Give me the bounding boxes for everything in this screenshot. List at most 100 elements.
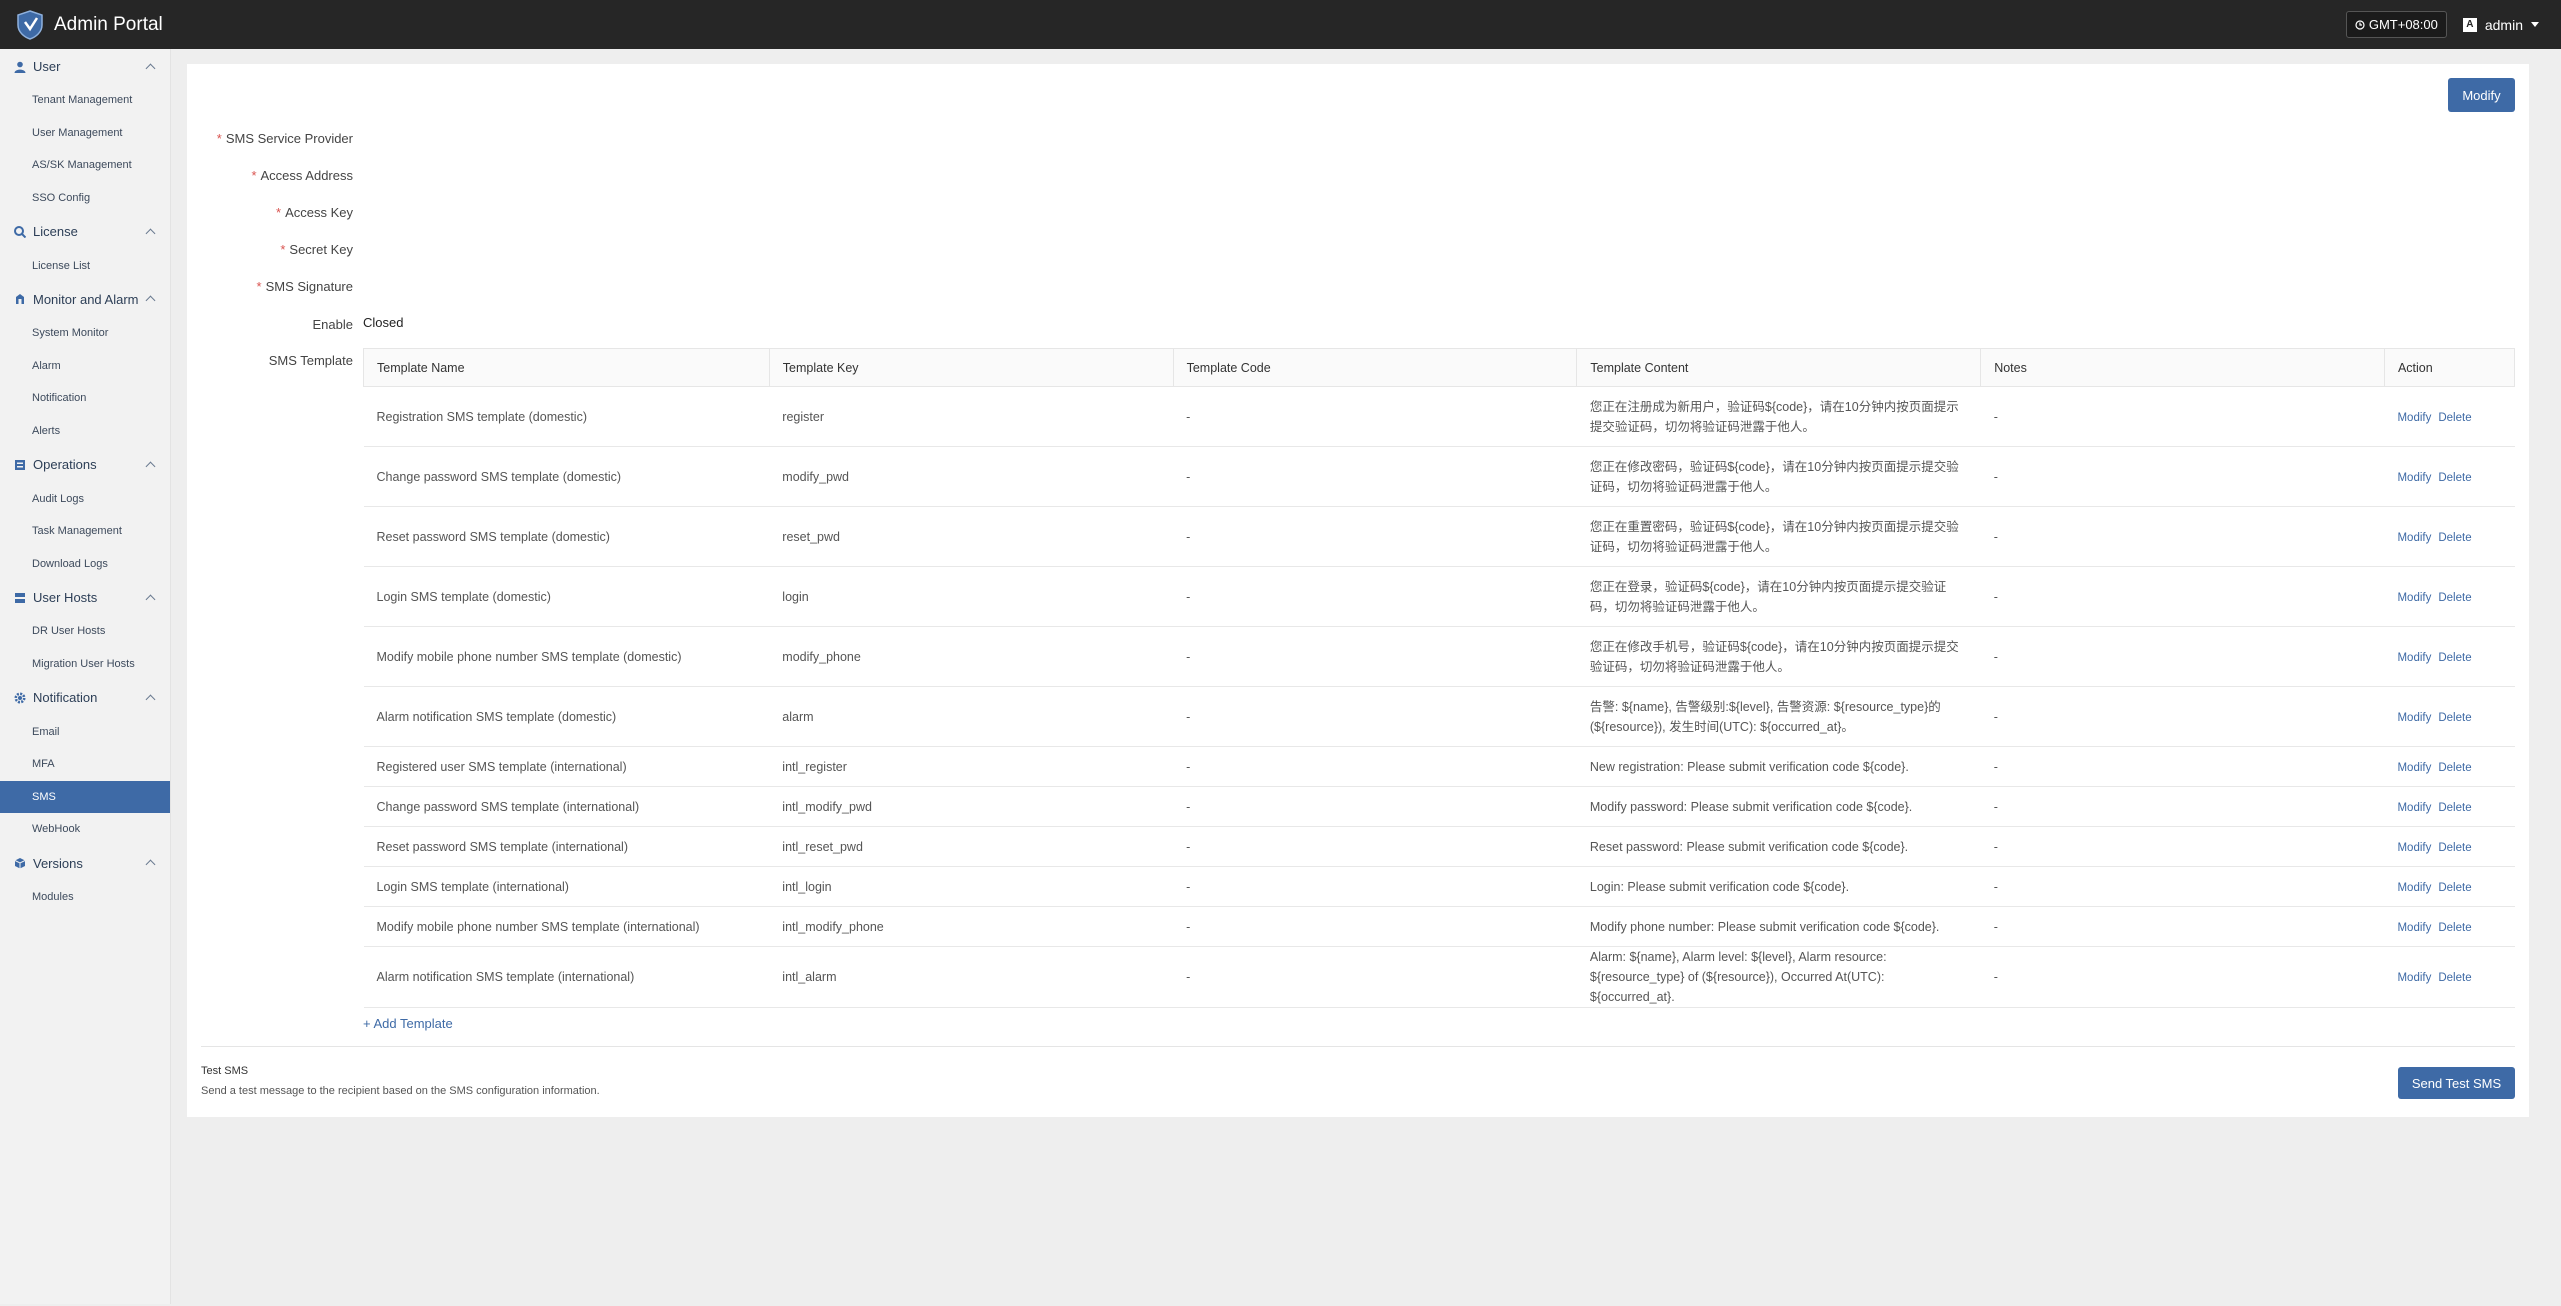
add-template-link[interactable]: + Add Template: [363, 1016, 453, 1031]
sidebar-item-webhook[interactable]: WebHook: [0, 813, 170, 846]
row-delete-link[interactable]: Delete: [2438, 882, 2471, 894]
row-modify-link[interactable]: Modify: [2397, 592, 2431, 604]
label-text: Secret Key: [289, 242, 353, 257]
sidebar-group-notification[interactable]: Notification: [0, 680, 170, 715]
timezone-selector[interactable]: GMT+08:00: [2345, 11, 2447, 38]
app-title[interactable]: Admin Portal: [54, 14, 163, 36]
sidebar-item-task-management[interactable]: Task Management: [0, 515, 170, 548]
row-delete-link[interactable]: Delete: [2438, 532, 2471, 544]
chevron-up-icon: [145, 461, 156, 472]
test-sms-title: Test SMS: [201, 1065, 249, 1077]
sidebar-group-monitor-and-alarm[interactable]: Monitor and Alarm: [0, 282, 170, 317]
form-label-secret-key: * Secret Key: [187, 242, 353, 257]
row-delete-link[interactable]: Delete: [2438, 802, 2471, 814]
send-test-sms-button[interactable]: Send Test SMS: [2398, 1067, 2515, 1099]
row-modify-link[interactable]: Modify: [2397, 712, 2431, 724]
row-modify-link[interactable]: Modify: [2397, 922, 2431, 934]
sidebar-item-license-list[interactable]: License List: [0, 249, 170, 282]
form-label-sms-signature: * SMS Signature: [187, 279, 354, 294]
table-header-row: Template Name Template Key Template Code…: [363, 348, 2516, 387]
action-cell: Modify Delete: [2384, 946, 2515, 1008]
hosts-icon: [14, 592, 26, 604]
row-delete-link[interactable]: Delete: [2438, 472, 2471, 484]
table-row: Registration SMS template (domestic) regi…: [363, 386, 2515, 447]
template-name-cell: Login SMS template (domestic): [363, 566, 770, 627]
table-row: Login SMS template (domestic) login - 您正在登录…: [363, 566, 2515, 627]
modify-button[interactable]: Modify: [2448, 78, 2515, 112]
timezone-label: GMT+08:00: [2368, 17, 2438, 32]
sidebar-item-email[interactable]: Email: [0, 715, 170, 748]
portal-logo-icon[interactable]: [14, 9, 46, 41]
sidebar-item-migration-user-hosts[interactable]: Migration User Hosts: [0, 648, 170, 681]
required-mark: *: [276, 205, 282, 220]
row-modify-link[interactable]: Modify: [2397, 652, 2431, 664]
sidebar-item-audit-logs[interactable]: Audit Logs: [0, 482, 170, 515]
sidebar-item-tenant-management[interactable]: Tenant Management: [0, 84, 170, 117]
table-row: Alarm notification SMS template (interna…: [363, 946, 2515, 1008]
template-key-cell: intl_modify_phone: [769, 906, 1174, 947]
sidebar-item-notification[interactable]: Notification: [0, 382, 170, 415]
row-modify-link[interactable]: Modify: [2397, 972, 2431, 984]
template-key-cell: intl_register: [769, 746, 1174, 787]
label-text: Access Key: [285, 205, 353, 220]
sidebar-group-license[interactable]: License: [0, 214, 170, 249]
row-modify-link[interactable]: Modify: [2397, 882, 2431, 894]
sidebar-item-user-management[interactable]: User Management: [0, 117, 170, 150]
sidebar-item-modules[interactable]: Modules: [0, 881, 170, 914]
row-modify-link[interactable]: Modify: [2397, 412, 2431, 424]
form-label-access-key: * Access Key: [187, 205, 353, 220]
row-delete-link[interactable]: Delete: [2438, 762, 2471, 774]
sidebar-group-user-hosts[interactable]: User Hosts: [0, 580, 170, 615]
sidebar-item-system-monitor[interactable]: System Monitor: [0, 317, 170, 350]
row-modify-link[interactable]: Modify: [2397, 472, 2431, 484]
row-delete-link[interactable]: Delete: [2438, 842, 2471, 854]
notes-cell: -: [1980, 746, 2385, 787]
notes-cell: -: [1980, 386, 2385, 447]
sidebar-group-label: User Hosts: [33, 590, 98, 606]
sidebar-item-dr-user-hosts[interactable]: DR User Hosts: [0, 615, 170, 648]
row-modify-link[interactable]: Modify: [2397, 532, 2431, 544]
template-code-cell: -: [1173, 746, 1577, 787]
notes-cell: -: [1980, 566, 2385, 627]
column-header: Template Code: [1172, 348, 1578, 387]
action-cell: Modify Delete: [2384, 626, 2515, 687]
sidebar-item-mfa[interactable]: MFA: [0, 748, 170, 781]
row-modify-link[interactable]: Modify: [2397, 762, 2431, 774]
label-text: SMS Service Provider: [225, 131, 353, 146]
template-code-cell: -: [1173, 386, 1577, 447]
notes-cell: -: [1980, 506, 2385, 567]
template-content-cell: New registration: Please submit verifica…: [1576, 746, 1981, 787]
action-cell: Modify Delete: [2384, 786, 2515, 827]
row-delete-link[interactable]: Delete: [2438, 652, 2471, 664]
sidebar-group-user[interactable]: User: [0, 49, 170, 84]
template-code-cell: -: [1173, 626, 1577, 687]
action-cell: Modify Delete: [2384, 566, 2515, 627]
template-content-cell: 您正在注册成为新用户，验证码${code}，请在10分钟内按页面提示提交验证码，…: [1576, 386, 1981, 447]
action-cell: Modify Delete: [2384, 686, 2515, 747]
chevron-up-icon: [145, 228, 156, 239]
row-modify-link[interactable]: Modify: [2397, 802, 2431, 814]
row-delete-link[interactable]: Delete: [2438, 922, 2471, 934]
sidebar-item-download-logs[interactable]: Download Logs: [0, 548, 170, 581]
sidebar-group-versions[interactable]: Versions: [0, 846, 170, 881]
row-delete-link[interactable]: Delete: [2438, 412, 2471, 424]
sidebar-item-alerts[interactable]: Alerts: [0, 415, 170, 448]
row-delete-link[interactable]: Delete: [2438, 592, 2471, 604]
row-modify-link[interactable]: Modify: [2397, 842, 2431, 854]
sidebar-item-sms[interactable]: SMS: [0, 780, 170, 814]
sidebar-item-sso-config[interactable]: SSO Config: [0, 182, 170, 215]
sidebar: User Tenant Management User Management A…: [0, 49, 171, 1304]
sms-template-table: Template Name Template Key Template Code…: [363, 348, 2516, 1008]
sidebar-item-assk-management[interactable]: AS/SK Management: [0, 149, 170, 182]
chevron-up-icon: [145, 694, 156, 705]
sidebar-item-alarm[interactable]: Alarm: [0, 350, 170, 383]
sidebar-group-label: License: [33, 224, 78, 240]
row-delete-link[interactable]: Delete: [2438, 712, 2471, 724]
user-menu[interactable]: A admin: [2462, 17, 2539, 33]
form-label-access-address: * Access Address: [187, 168, 353, 183]
row-delete-link[interactable]: Delete: [2438, 972, 2471, 984]
sidebar-group-operations[interactable]: Operations: [0, 447, 170, 482]
table-row: Registered user SMS template (internatio…: [363, 746, 2515, 787]
table-row: Reset password SMS template (domestic) re…: [363, 506, 2515, 567]
action-cell: Modify Delete: [2384, 906, 2515, 947]
